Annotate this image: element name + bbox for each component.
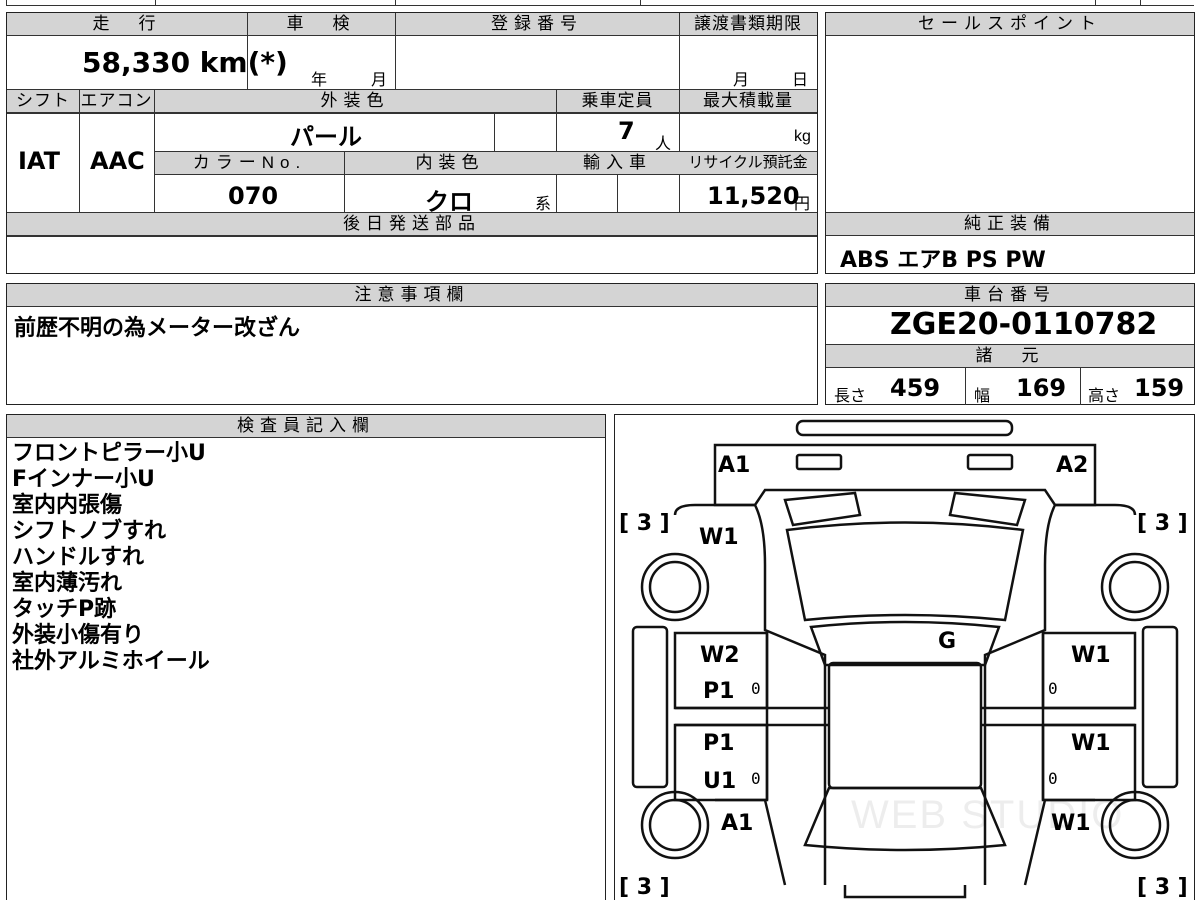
- hood-outline: [713, 443, 1097, 507]
- later-parts-header: 後日発送部品: [7, 213, 817, 236]
- exterior-color-header: 外装色: [154, 90, 556, 113]
- zero-mark: 0: [1048, 769, 1058, 788]
- shaken-year: 年: [311, 72, 328, 89]
- chassis-number-header: 車台番号: [826, 284, 1194, 307]
- chassis-number-value: ZGE20-0110782: [890, 307, 1158, 342]
- tire-tread-rl: [ 3 ]: [619, 875, 670, 900]
- tire-tread-fr: [ 3 ]: [1137, 511, 1188, 536]
- right-side-rail: [1141, 625, 1179, 789]
- capacity-header: 乗車定員: [556, 90, 679, 113]
- shaken-month: 月: [371, 72, 388, 89]
- damage-mark-u1-left-rear: U1: [703, 769, 737, 794]
- shaken-header: 車 検: [247, 13, 395, 36]
- transfer-deadline-header: 譲渡書類期限: [679, 13, 817, 36]
- recycle-fee-unit: 円: [794, 196, 811, 213]
- left-side-rail: [631, 625, 669, 789]
- max-load-unit: kg: [794, 128, 811, 145]
- headlight-left: [795, 453, 843, 471]
- registration-header: 登録番号: [395, 13, 679, 36]
- aircon-value: AAC: [90, 147, 145, 175]
- watermark: WEB STUDIO: [851, 793, 1125, 837]
- recycle-fee-value: 11,520: [707, 182, 800, 210]
- front-bumper: [795, 419, 1014, 437]
- cabin: [827, 661, 983, 790]
- sales-point-header: セールスポイント: [826, 13, 1194, 36]
- transfer-day: 日: [792, 72, 809, 89]
- height-label: 高さ: [1088, 388, 1121, 405]
- zero-mark: 0: [751, 769, 761, 788]
- damage-mark-w2-left-door: W2: [700, 643, 740, 668]
- tire-tread-rr: [ 3 ]: [1137, 875, 1188, 900]
- inspector-header: 検査員記入欄: [7, 415, 605, 438]
- genuine-equipment-header: 純正装備: [826, 213, 1194, 236]
- wheel-front-left-inner: [648, 560, 702, 614]
- inspector-note: Fインナー小U: [12, 467, 155, 492]
- tire-tread-fl: [ 3 ]: [619, 511, 670, 536]
- exterior-color-value: パール: [290, 123, 362, 151]
- windshield: [785, 521, 1025, 622]
- inspector-note: 室内薄汚れ: [12, 571, 123, 596]
- right-rocker: [981, 706, 1135, 727]
- inspector-note: フロントピラー小U: [12, 441, 206, 466]
- width-label: 幅: [974, 388, 991, 405]
- inspector-note: シフトノブすれ: [12, 519, 167, 544]
- height-value: 159: [1134, 374, 1185, 402]
- aircon-header: エアコン: [79, 90, 154, 113]
- inspector-note: タッチP跡: [12, 597, 117, 622]
- inspector-note: 室内内張傷: [12, 493, 123, 518]
- roof: [809, 620, 1001, 667]
- wheel-front-left: [640, 552, 710, 622]
- length-label: 長さ: [834, 388, 867, 405]
- damage-mark-a2-front: A2: [1056, 453, 1089, 478]
- shift-value: IAT: [18, 147, 61, 175]
- left-rocker: [675, 706, 829, 727]
- color-no-value: 070: [228, 182, 279, 210]
- zero-mark: 0: [1048, 679, 1058, 698]
- damage-mark-w1-front-left: W1: [699, 525, 739, 550]
- transfer-month: 月: [733, 72, 750, 89]
- wheel-rear-left-inner: [648, 798, 702, 852]
- recycle-fee-header: リサイクル預託金: [679, 152, 817, 175]
- import-car-header: 輸入車: [556, 152, 679, 175]
- damage-mark-w1-right-front-door: W1: [1071, 643, 1111, 668]
- width-value: 169: [1016, 374, 1067, 402]
- spec-header: 諸 元: [826, 345, 1194, 368]
- wheel-rear-left: [640, 790, 710, 860]
- cowl-right: [948, 491, 1027, 527]
- cowl-left: [783, 491, 862, 527]
- car-diagram-box: A1 A2 [ 3 ] [ 3 ] W1 G W2 P1 0 W1 0 P1 U…: [614, 414, 1195, 900]
- interior-color-header: 内装色: [344, 152, 556, 175]
- wheel-front-right: [1100, 552, 1170, 622]
- inspector-note: 外装小傷有り: [12, 623, 145, 648]
- shift-header: シフト: [7, 90, 79, 113]
- color-no-header: カラーNo.: [155, 152, 344, 175]
- zero-mark: 0: [751, 679, 761, 698]
- mileage-value: 58,330 km(*): [82, 46, 288, 79]
- inspector-note: 社外アルミホイール: [12, 649, 210, 674]
- caution-header: 注意事項欄: [7, 284, 817, 307]
- damage-mark-a1-front: A1: [718, 453, 751, 478]
- rear-bumper: [843, 885, 967, 899]
- genuine-equipment-value: ABS エアB PS PW: [840, 248, 1046, 273]
- top-cut-strip: [0, 0, 1200, 8]
- headlight-right: [966, 453, 1014, 471]
- damage-mark-a1-rear-left: A1: [721, 811, 754, 836]
- damage-mark-g-roof: G: [938, 629, 957, 654]
- interior-color-unit: 系: [535, 196, 552, 213]
- caution-text: 前歴不明の為メーター改ざん: [14, 316, 301, 341]
- max-load-header: 最大積載量: [679, 90, 817, 113]
- wheel-front-right-inner: [1108, 560, 1162, 614]
- length-value: 459: [890, 374, 941, 402]
- damage-mark-p1-left-front: P1: [703, 679, 735, 704]
- damage-mark-p1-left-rear: P1: [703, 731, 735, 756]
- inspector-notes: フロントピラー小U Fインナー小U 室内内張傷 シフトノブすれ ハンドルすれ 室…: [12, 441, 210, 675]
- capacity-value: 7: [618, 117, 635, 145]
- inspector-note: ハンドルすれ: [12, 545, 145, 570]
- mileage-header: 走 行: [7, 13, 247, 36]
- damage-mark-w1-right-rear-door: W1: [1071, 731, 1111, 756]
